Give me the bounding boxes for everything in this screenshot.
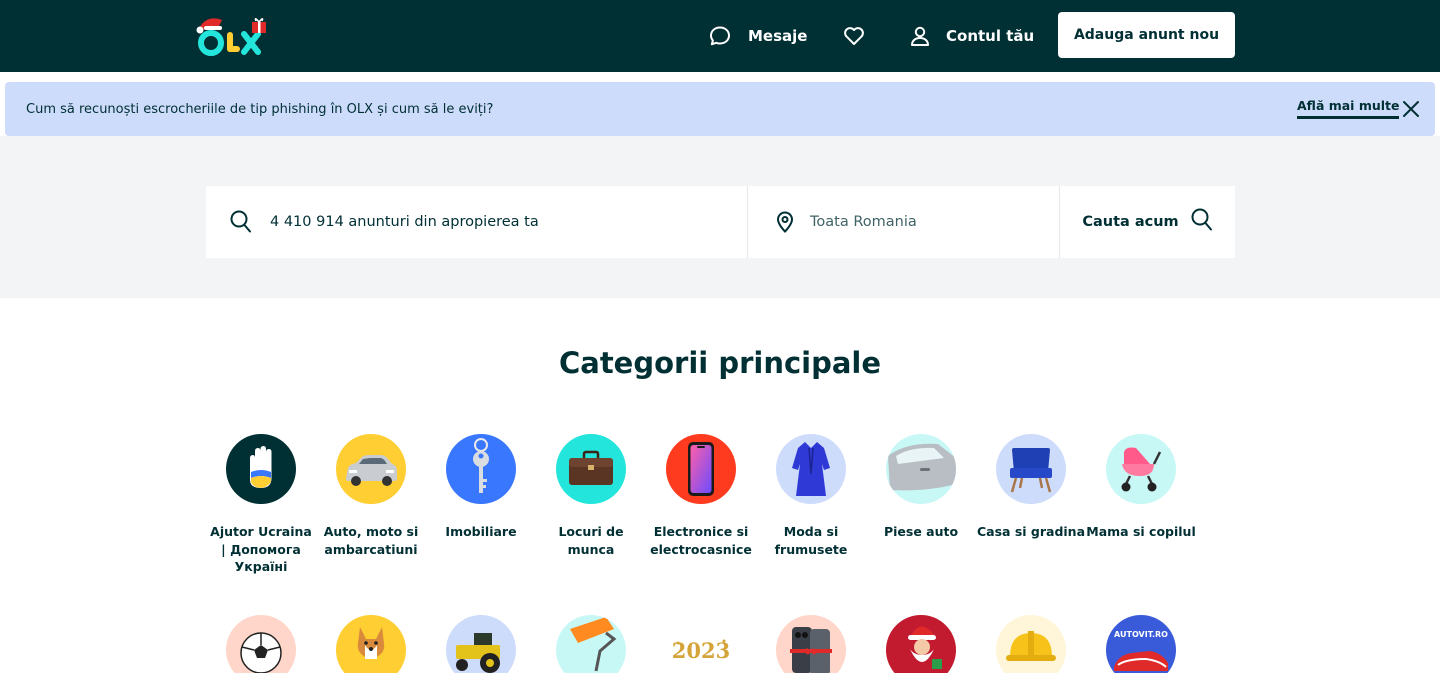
category-label: Casa si gradina (976, 524, 1086, 539)
category-icon-armchair (996, 434, 1066, 504)
category-label: Moda si frumusete (774, 524, 848, 557)
category-christmas[interactable] (866, 615, 976, 673)
category-electronics[interactable]: Electronice si electrocasnice (646, 434, 756, 558)
search-icon (1191, 208, 1213, 236)
account-link[interactable]: Contul tău (908, 0, 1034, 72)
category-icon-briefcase (556, 434, 626, 504)
category-icon-tractor (446, 615, 516, 673)
location-pin-icon (776, 211, 794, 237)
svg-text:AUTOVIT.RO: AUTOVIT.RO (1114, 630, 1168, 639)
search-button[interactable]: Cauta acum (1060, 186, 1235, 258)
messages-label: Mesaje (748, 27, 808, 45)
category-construction[interactable] (976, 615, 1086, 673)
category-icon-hard-hat (996, 615, 1066, 673)
categories-title: Categorii principale (558, 346, 882, 380)
category-label: Locuri de munca (558, 524, 624, 557)
category-label: Piese auto (883, 524, 959, 539)
category-icon-dress (776, 434, 846, 504)
category-icon-autovit: AUTOVIT.RO (1106, 615, 1176, 673)
search-icon (230, 210, 252, 238)
category-sports[interactable] (206, 615, 316, 673)
category-label: Imobiliare (445, 524, 517, 539)
category-label: Mama si copilul (1086, 524, 1196, 539)
location-placeholder: Toata Romania (810, 214, 917, 230)
category-icon-2023: 2023 (666, 615, 736, 673)
user-icon (908, 24, 932, 48)
olx-logo[interactable] (196, 14, 270, 58)
category-home-garden[interactable]: Casa si gradina (976, 434, 1086, 541)
search-input[interactable]: 4 410 914 anunturi din apropierea ta (206, 186, 748, 258)
top-header: Mesaje Contul tău Adauga anunt nou (0, 0, 1440, 72)
category-imobiliare[interactable]: Imobiliare (426, 434, 536, 541)
favorites-button[interactable] (842, 0, 866, 72)
category-label: Electronice si electrocasnice (650, 524, 752, 557)
category-icon-gift-phone (776, 615, 846, 673)
learn-more-link[interactable]: Află mai multe (1297, 98, 1400, 119)
category-gifts-phone[interactable] (756, 615, 866, 673)
category-agriculture[interactable] (426, 615, 536, 673)
phishing-warning-banner: Cum să recunoști escrocheriile de tip ph… (5, 82, 1435, 136)
category-label: Ajutor Ucraina | Допомога Україні (210, 524, 312, 574)
chat-bubble-icon (708, 24, 732, 48)
category-icon-phone (666, 434, 736, 504)
category-fashion[interactable]: Moda si frumusete (756, 434, 866, 558)
category-new-year[interactable]: 2023 (646, 615, 756, 673)
category-icon-stroller (1106, 434, 1176, 504)
heart-icon (842, 24, 866, 48)
banner-text: Cum să recunoști escrocheriile de tip ph… (26, 101, 494, 117)
category-services[interactable] (536, 615, 646, 673)
search-bar: 4 410 914 anunturi din apropierea ta Toa… (206, 186, 1235, 258)
category-icon-santa (886, 615, 956, 673)
category-car-parts[interactable]: Piese auto (866, 434, 976, 541)
search-section: 4 410 914 anunturi din apropierea ta Toa… (0, 136, 1440, 298)
category-autovit[interactable]: AUTOVIT.RO (1086, 615, 1196, 673)
post-ad-button[interactable]: Adauga anunt nou (1058, 12, 1235, 58)
category-mother-child[interactable]: Mama si copilul (1086, 434, 1196, 541)
category-icon-key (446, 434, 516, 504)
location-input[interactable]: Toata Romania (748, 186, 1060, 258)
category-icon-paint-roller (556, 615, 626, 673)
search-placeholder: 4 410 914 anunturi din apropierea ta (270, 214, 539, 230)
category-icon-car-door (886, 434, 956, 504)
close-icon[interactable] (1401, 99, 1421, 119)
svg-text:2023: 2023 (672, 638, 730, 663)
category-jobs[interactable]: Locuri de munca (536, 434, 646, 558)
category-ukraine-help[interactable]: Ajutor Ucraina | Допомога Україні (206, 434, 316, 576)
category-auto[interactable]: Auto, moto si ambarcatiuni (316, 434, 426, 558)
search-button-label: Cauta acum (1082, 214, 1179, 230)
category-pets[interactable] (316, 615, 426, 673)
account-label: Contul tău (946, 27, 1035, 45)
category-icon-dog (336, 615, 406, 673)
category-icon-football (226, 615, 296, 673)
category-icon-hand (226, 434, 296, 504)
category-icon-car (336, 434, 406, 504)
messages-link[interactable]: Mesaje (708, 0, 807, 72)
category-label: Auto, moto si ambarcatiuni (323, 524, 419, 557)
